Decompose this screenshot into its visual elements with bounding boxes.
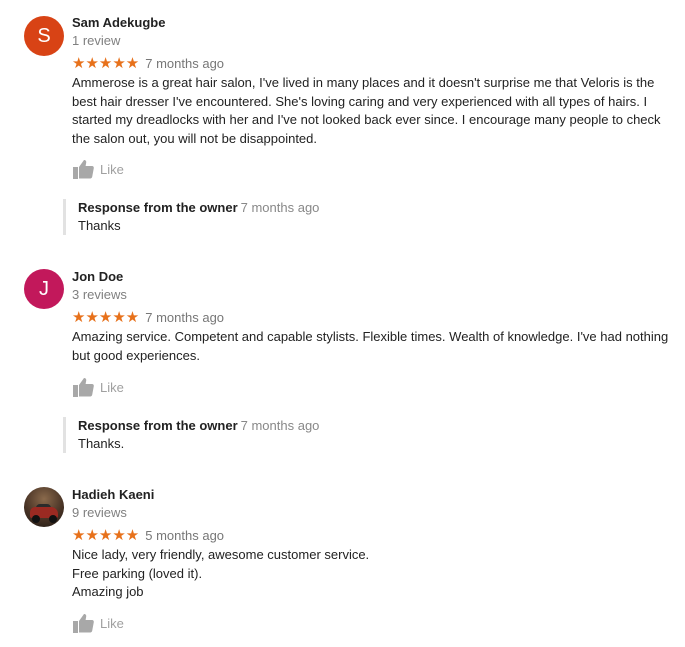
thumbs-up-icon xyxy=(73,614,94,633)
rating-row: ★★★★★ 7 months ago xyxy=(72,308,225,326)
star-rating: ★★★★★ xyxy=(72,527,140,544)
like-button[interactable]: Like xyxy=(72,377,124,397)
rating-row: ★★★★★ 7 months ago xyxy=(72,54,225,72)
reviewer-name[interactable]: Sam Adekugbe xyxy=(72,15,165,30)
reviewer-name[interactable]: Jon Doe xyxy=(72,269,123,284)
review-text: Ammerose is a great hair salon, I've liv… xyxy=(72,75,661,146)
reviewer-name[interactable]: Hadieh Kaeni xyxy=(72,487,154,502)
like-label: Like xyxy=(100,379,124,395)
avatar[interactable] xyxy=(24,487,64,527)
review-date: 7 months ago xyxy=(145,56,225,71)
review-count[interactable]: 3 reviews xyxy=(72,287,127,302)
owner-response-date: 7 months ago xyxy=(240,418,320,433)
like-label: Like xyxy=(100,615,124,631)
owner-response-date: 7 months ago xyxy=(240,200,320,215)
review-text: Nice lady, very friendly, awesome custom… xyxy=(72,547,370,599)
owner-response-text: Thanks. xyxy=(78,436,125,451)
owner-response-title: Response from the owner xyxy=(78,418,238,433)
rating-row: ★★★★★ 5 months ago xyxy=(72,526,225,544)
like-button[interactable]: Like xyxy=(72,613,124,633)
review-count[interactable]: 1 review xyxy=(72,33,120,48)
review-count[interactable]: 9 reviews xyxy=(72,505,127,520)
review-date: 7 months ago xyxy=(145,310,225,325)
like-label: Like xyxy=(100,161,124,177)
avatar[interactable]: J xyxy=(24,269,64,309)
like-button[interactable]: Like xyxy=(72,159,124,179)
avatar[interactable]: S xyxy=(24,16,64,56)
star-rating: ★★★★★ xyxy=(72,309,140,326)
owner-response: Response from the owner 7 months ago Than… xyxy=(63,199,598,235)
owner-response-header: Response from the owner 7 months ago xyxy=(78,417,598,435)
review-text: Amazing service. Competent and capable s… xyxy=(72,329,669,363)
owner-response-text: Thanks xyxy=(78,218,121,233)
avatar-photo-wheel xyxy=(49,515,57,523)
review-date: 5 months ago xyxy=(145,528,225,543)
thumbs-up-icon xyxy=(73,378,94,397)
thumbs-up-icon xyxy=(73,160,94,179)
owner-response-header: Response from the owner 7 months ago xyxy=(78,199,598,217)
avatar-photo-wheel xyxy=(32,515,40,523)
owner-response-title: Response from the owner xyxy=(78,200,238,215)
owner-response: Response from the owner 7 months ago Than… xyxy=(63,417,598,453)
star-rating: ★★★★★ xyxy=(72,55,140,72)
